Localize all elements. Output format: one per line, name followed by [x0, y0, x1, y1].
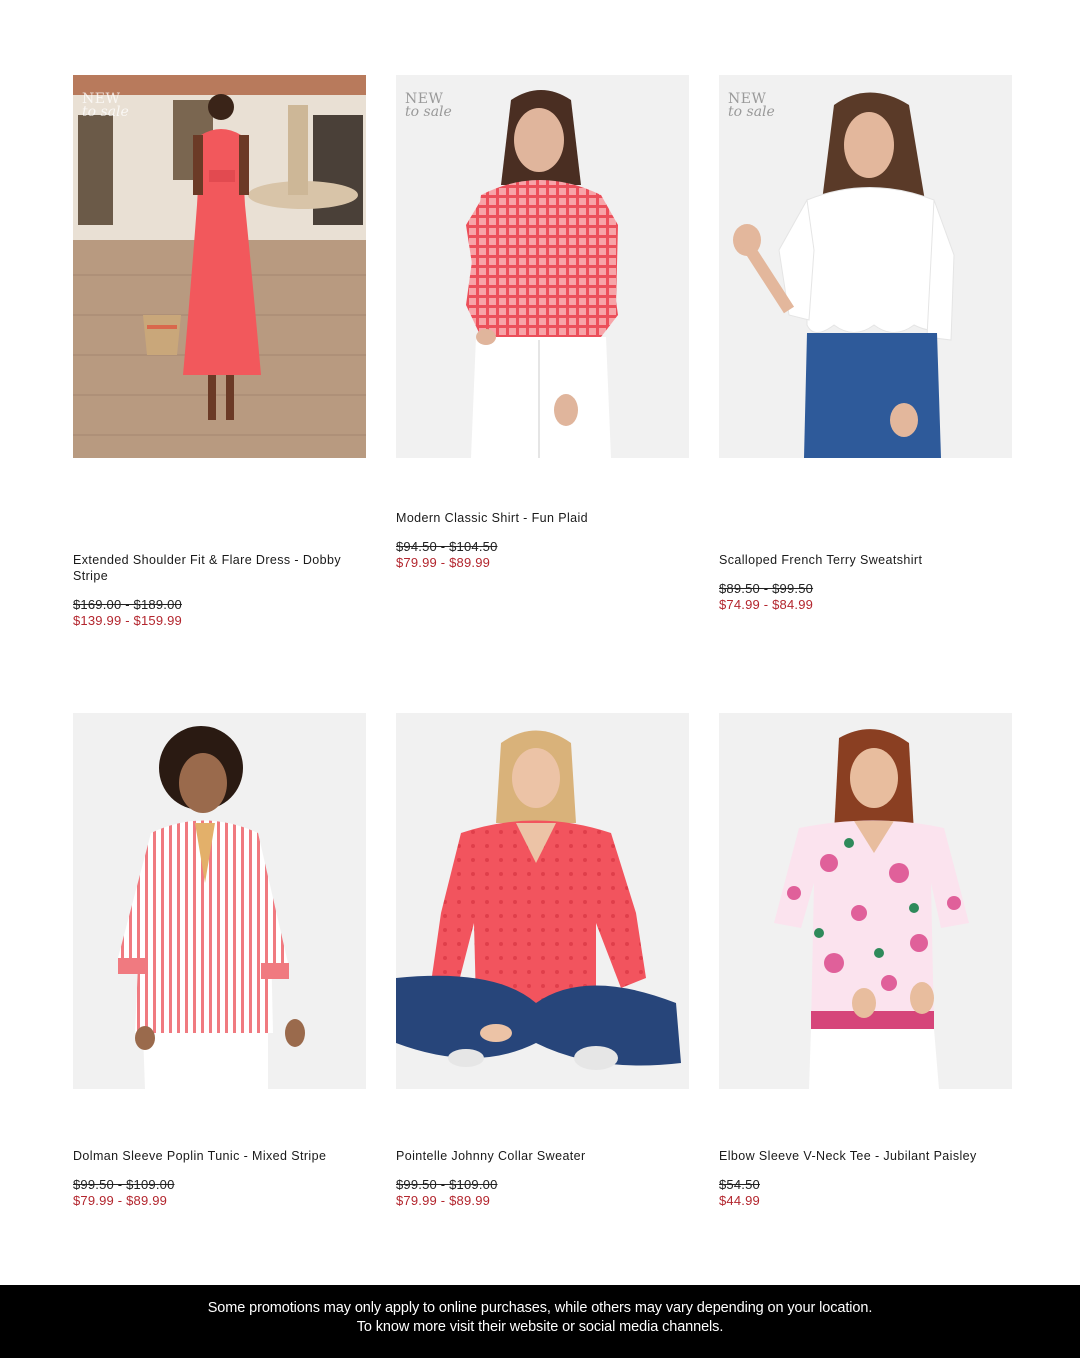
- tunic-photo: [73, 713, 366, 1089]
- new-to-sale-badge: NEW to sale: [82, 92, 129, 120]
- disclaimer-line-2: To know more visit their website or soci…: [356, 1319, 724, 1335]
- sale-price: $139.99 - $159.99: [73, 613, 182, 628]
- product-image-1[interactable]: NEW to sale: [73, 75, 366, 458]
- product-card-2[interactable]: NEW to sale Modern Classic Shirt - Fun P…: [396, 75, 689, 570]
- product-card-5[interactable]: Pointelle Johnny Collar Sweater $99.50 -…: [396, 713, 689, 1208]
- original-price: $94.50 - $104.50: [396, 539, 498, 554]
- original-price: $89.50 - $99.50: [719, 581, 814, 596]
- badge-line-2: to sale: [405, 104, 452, 120]
- sale-price: $79.99 - $89.99: [73, 1193, 168, 1208]
- product-card-1[interactable]: NEW to sale Extended Shoulder Fit & Flar…: [73, 75, 366, 628]
- product-image-3[interactable]: NEW to sale: [719, 75, 1012, 458]
- original-price: $54.50: [719, 1177, 760, 1192]
- product-card-4[interactable]: Dolman Sleeve Poplin Tunic - Mixed Strip…: [73, 713, 366, 1208]
- product-image-5[interactable]: [396, 713, 689, 1089]
- sale-price: $79.99 - $89.99: [396, 555, 491, 570]
- product-name[interactable]: Modern Classic Shirt - Fun Plaid: [396, 510, 686, 526]
- plaid-shirt-photo: [396, 75, 689, 458]
- disclaimer-line-1: Some promotions may only apply to online…: [207, 1300, 873, 1316]
- product-name[interactable]: Scalloped French Terry Sweatshirt: [719, 552, 1009, 568]
- badge-line-2: to sale: [728, 104, 775, 120]
- dress-photo: [73, 75, 366, 458]
- product-image-4[interactable]: [73, 713, 366, 1089]
- sale-price: $74.99 - $84.99: [719, 597, 814, 612]
- paisley-tee-photo: [719, 713, 1012, 1089]
- original-price: $169.00 - $189.00: [73, 597, 182, 612]
- sweatshirt-photo: [719, 75, 1012, 458]
- new-to-sale-badge: NEW to sale: [728, 92, 775, 120]
- promotion-disclaimer-banner: Some promotions may only apply to online…: [0, 1285, 1080, 1358]
- sale-price: $79.99 - $89.99: [396, 1193, 491, 1208]
- badge-line-2: to sale: [82, 104, 129, 120]
- sale-price: $44.99: [719, 1193, 760, 1208]
- product-card-3[interactable]: NEW to sale Scalloped French Terry Sweat…: [719, 75, 1012, 612]
- sweater-photo: [396, 713, 689, 1089]
- product-name[interactable]: Extended Shoulder Fit & Flare Dress - Do…: [73, 552, 363, 584]
- product-name[interactable]: Pointelle Johnny Collar Sweater: [396, 1148, 686, 1164]
- product-image-2[interactable]: NEW to sale: [396, 75, 689, 458]
- original-price: $99.50 - $109.00: [396, 1177, 498, 1192]
- product-image-6[interactable]: [719, 713, 1012, 1089]
- product-card-6[interactable]: Elbow Sleeve V-Neck Tee - Jubilant Paisl…: [719, 713, 1012, 1208]
- product-name[interactable]: Dolman Sleeve Poplin Tunic - Mixed Strip…: [73, 1148, 363, 1164]
- new-to-sale-badge: NEW to sale: [405, 92, 452, 120]
- original-price: $99.50 - $109.00: [73, 1177, 175, 1192]
- product-name[interactable]: Elbow Sleeve V-Neck Tee - Jubilant Paisl…: [719, 1148, 1009, 1164]
